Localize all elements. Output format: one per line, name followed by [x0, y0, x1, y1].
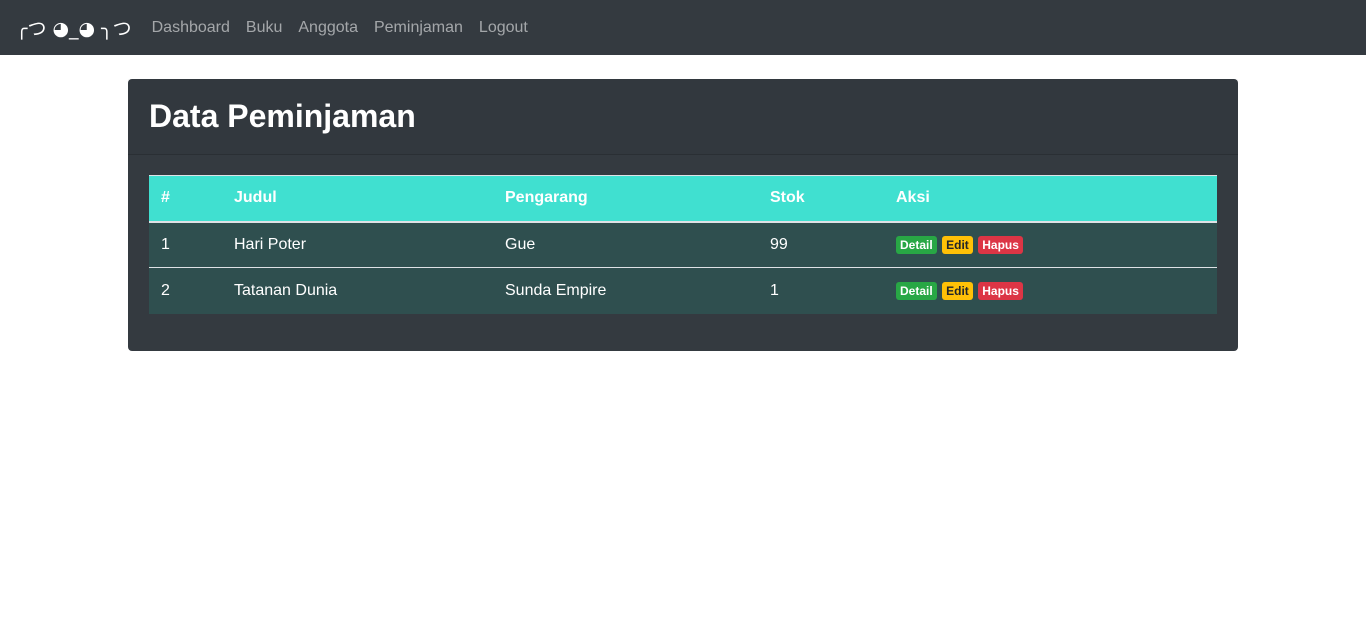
nav-link-peminjaman[interactable]: Peminjaman: [374, 19, 463, 37]
header-stok: Stok: [758, 175, 884, 223]
cell-judul: Hari Poter: [234, 235, 307, 253]
page-title: Data Peminjaman: [149, 98, 416, 134]
cell-aksi: Detail Edit Hapus: [884, 267, 1217, 314]
card-header: Data Peminjaman: [128, 79, 1238, 155]
detail-button[interactable]: Detail: [896, 281, 937, 300]
peminjaman-table: # Judul Pengarang Stok Aksi 1 Hari Poter…: [149, 175, 1217, 314]
cell-stok: 1: [758, 267, 884, 314]
hapus-button[interactable]: Hapus: [978, 235, 1023, 254]
navbar: ╭つ ◕_◕ ╮つ Dashboard Buku Anggota Peminja…: [0, 0, 1366, 55]
header-num: #: [149, 175, 222, 223]
header-aksi: Aksi: [884, 175, 1217, 223]
table-row: 1 Hari Poter Gue 99 Detail Edit Hapus: [149, 221, 1217, 268]
header-judul: Judul: [222, 175, 493, 223]
nav-link-logout[interactable]: Logout: [479, 19, 528, 37]
edit-button[interactable]: Edit: [942, 281, 973, 300]
nav-link-dashboard[interactable]: Dashboard: [152, 19, 230, 37]
header-pengarang: Pengarang: [493, 175, 758, 223]
hapus-button[interactable]: Hapus: [978, 281, 1023, 300]
cell-num: 1: [161, 235, 170, 253]
detail-button[interactable]: Detail: [896, 235, 937, 254]
table-container: # Judul Pengarang Stok Aksi 1 Hari Poter…: [149, 175, 1217, 314]
cell-stok: 99: [770, 235, 788, 253]
nav-link-buku[interactable]: Buku: [246, 19, 282, 37]
table-row: 2 Tatanan Dunia Sunda Empire 1 Detail Ed…: [149, 267, 1217, 314]
edit-button[interactable]: Edit: [942, 235, 973, 254]
table-header-row: # Judul Pengarang Stok Aksi: [149, 175, 1217, 223]
cell-num: 2: [149, 267, 222, 314]
cell-judul: Tatanan Dunia: [222, 267, 493, 314]
data-card: Data Peminjaman # Judul Pengarang Stok A…: [128, 79, 1238, 351]
cell-pengarang: Gue: [505, 235, 536, 253]
navbar-brand[interactable]: ╭つ ◕_◕ ╮つ: [16, 14, 132, 41]
cell-pengarang: Sunda Empire: [493, 267, 758, 314]
nav-link-anggota[interactable]: Anggota: [298, 19, 358, 37]
cell-aksi: Detail Edit Hapus: [884, 222, 1217, 268]
